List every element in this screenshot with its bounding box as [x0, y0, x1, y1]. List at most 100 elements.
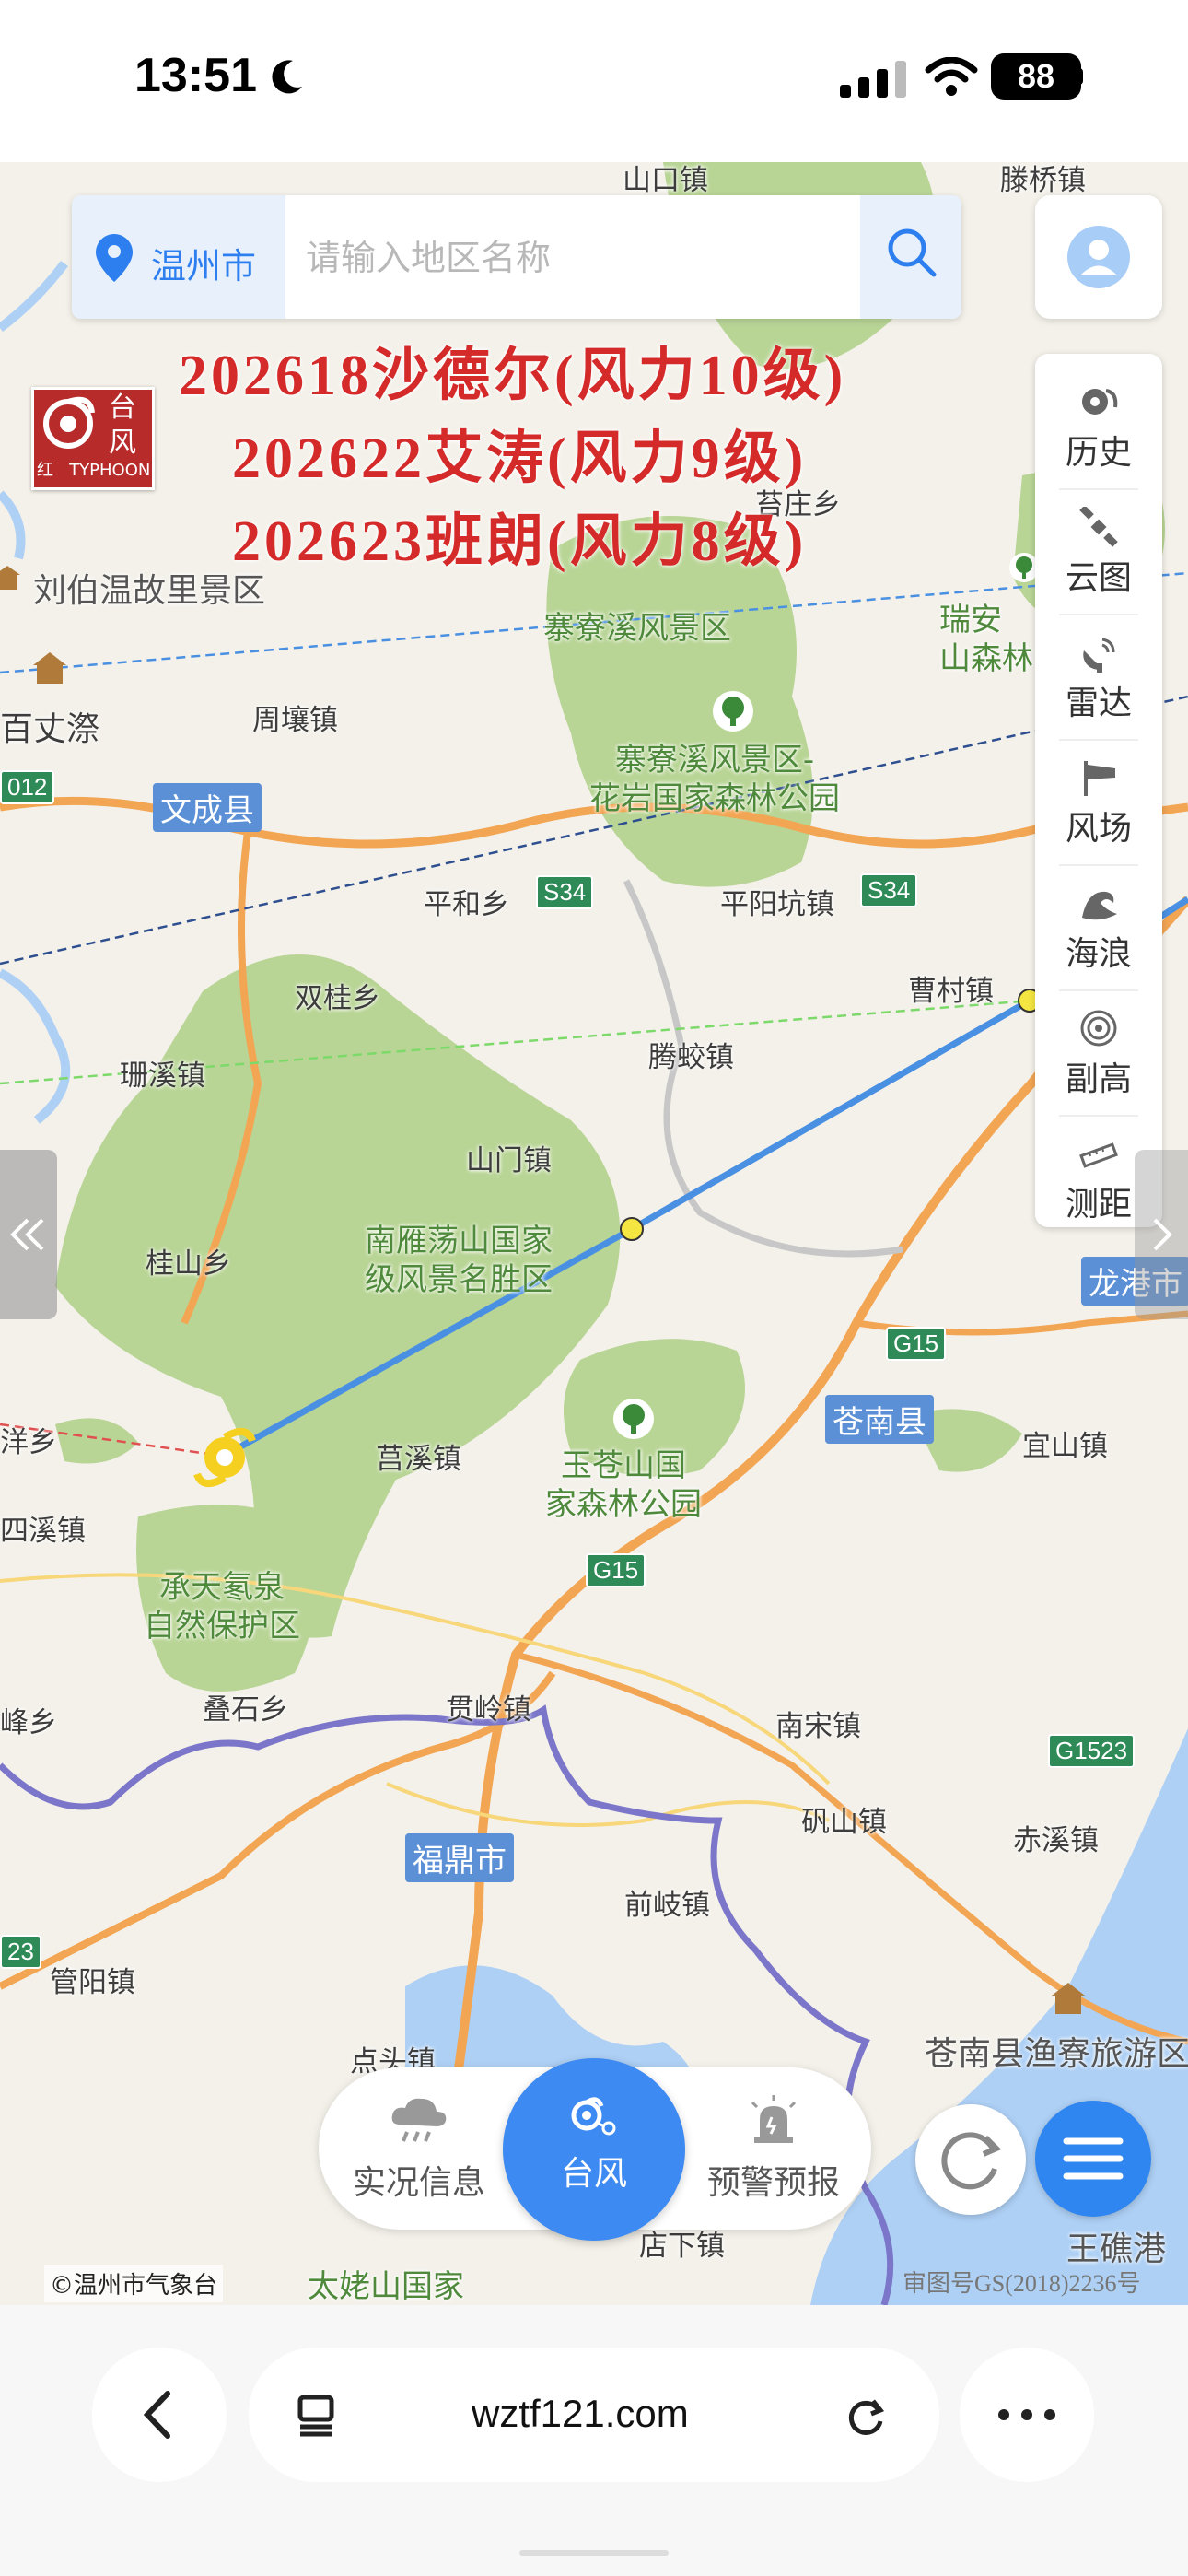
nav-warning-forecast[interactable]: 预警预报: [693, 2091, 855, 2204]
map-approval-number: 审图号GS(2018)2236号: [903, 2270, 1141, 2297]
region-search-input[interactable]: [304, 217, 823, 299]
tool-cloud-image[interactable]: 云图: [1035, 490, 1162, 615]
typhoon-icon: [571, 2097, 616, 2136]
tree-icon: [613, 1399, 654, 1439]
place-label: 桂山乡: [146, 1247, 231, 1281]
chevron-right-icon: [1153, 1218, 1172, 1251]
nav-label: 预警预报: [706, 2164, 840, 2202]
place-label: 贯岭镇: [446, 1693, 531, 1727]
wave-icon: [1082, 891, 1117, 920]
signal-label-text: 台风: [109, 392, 136, 459]
tool-label: 历史: [1065, 434, 1132, 472]
tool-label: 雷达: [1065, 685, 1132, 722]
place-label: 平和乡: [424, 888, 509, 921]
signal-label: 台风: [109, 391, 136, 461]
park-label: 玉苍山国 家森林公园: [545, 1447, 702, 1523]
wind-flag-icon: [1084, 761, 1115, 796]
county-label: 苍南县: [825, 1395, 934, 1444]
tool-history[interactable]: 历史: [1035, 365, 1162, 490]
alarm-siren-icon: [751, 2095, 797, 2143]
url-text: wztf121.com: [472, 2392, 689, 2435]
typhoon-entry: 202623班朗(风力8级): [232, 510, 808, 573]
refresh-icon: [941, 2132, 1002, 2190]
place-label: 山门镇: [466, 1144, 552, 1177]
place-label: 峰乡: [0, 1706, 57, 1739]
park-label: 太姥山国家: [308, 2268, 464, 2305]
park-small-2: [55, 1418, 138, 1464]
back-button[interactable]: [92, 2348, 227, 2482]
highway-shield: 012: [0, 770, 55, 804]
reader-icon: [297, 2395, 334, 2437]
place-label: 南宋镇: [775, 1710, 861, 1743]
user-avatar-icon: [1067, 226, 1130, 288]
place-label: 刘伯温故里景区: [33, 572, 266, 610]
search-icon: [888, 228, 937, 277]
place-label: 珊溪镇: [120, 1060, 205, 1093]
double-chevron-left-icon: [10, 1218, 44, 1251]
battery-tip: [1076, 68, 1083, 85]
landmark-icon: [33, 652, 66, 684]
menu-button[interactable]: [1035, 2101, 1151, 2217]
tree-icon: [713, 691, 753, 732]
place-label: 曹村镇: [908, 975, 994, 1008]
track-point: [620, 1217, 644, 1241]
tool-label: 海浪: [1065, 935, 1132, 973]
highway-shield: G15: [886, 1327, 947, 1361]
history-icon: [1082, 389, 1118, 415]
tool-subtropical-high[interactable]: 副高: [1035, 991, 1162, 1117]
place-label: 腾蛟镇: [648, 1041, 734, 1074]
pressure-icon: [1080, 1010, 1117, 1047]
home-indicator: [519, 2550, 669, 2556]
highway-shield: S34: [860, 873, 918, 907]
place-label: 洋乡: [0, 1426, 57, 1459]
nav-label: 实况信息: [352, 2164, 485, 2202]
tool-radar[interactable]: 雷达: [1035, 615, 1162, 741]
place-label: 矾山镇: [801, 1806, 887, 1839]
location-pin-icon: [96, 234, 133, 282]
park-label: 寨寮溪风景区- 花岩国家森林公园: [589, 742, 840, 817]
cellular-signal-icon: [840, 61, 906, 98]
place-label: 前岐镇: [624, 1889, 710, 1922]
tool-label: 云图: [1065, 559, 1132, 597]
pan-right-button[interactable]: [1135, 1150, 1188, 1319]
ruler-icon: [1079, 1142, 1118, 1168]
refresh-button[interactable]: [915, 2104, 1026, 2215]
tool-waves[interactable]: 海浪: [1035, 866, 1162, 991]
nav-label: 台风: [560, 2155, 627, 2193]
park-label: 寨寮溪风景区: [543, 610, 731, 647]
park-label: 苍南县渔寮旅游区: [925, 2035, 1188, 2073]
signal-sub-text: TYPHOON: [69, 461, 151, 480]
place-label: 周壤镇: [252, 704, 338, 737]
more-options-button[interactable]: [960, 2348, 1094, 2482]
place-label: 百丈漈: [0, 710, 100, 748]
typhoon-icon: [43, 396, 95, 449]
tool-wind-field[interactable]: 风场: [1035, 741, 1162, 866]
park-label: 南雁荡山国家 级风景名胜区: [365, 1223, 553, 1298]
highway-shield: S34: [536, 875, 594, 909]
pan-left-button[interactable]: [0, 1150, 57, 1319]
place-label: 莒溪镇: [376, 1443, 461, 1476]
county-label: 文成县: [153, 783, 262, 832]
moon-icon: [272, 60, 302, 94]
signal-level: 红: [37, 461, 53, 480]
wifi-icon: [925, 57, 978, 96]
place-label: 平阳坑镇: [720, 888, 834, 921]
reload-icon: [848, 2399, 885, 2435]
place-label: 管阳镇: [50, 1966, 135, 1999]
city-label[interactable]: 温州市: [151, 238, 256, 288]
status-time: 13:51: [134, 49, 257, 102]
radar-icon: [1083, 638, 1115, 673]
county-label: 福鼎市: [405, 1833, 514, 1882]
satellite-icon: [1079, 507, 1118, 547]
hamburger-menu-icon: [1063, 2137, 1124, 2180]
place-label: 滕桥镇: [1000, 164, 1086, 197]
highway-shield: G15: [586, 1553, 646, 1587]
place-label: 赤溪镇: [1013, 1824, 1099, 1857]
tool-label: 风场: [1065, 810, 1132, 848]
park-label: 承天氡泉 自然保护区: [144, 1569, 300, 1645]
nav-typhoon[interactable]: 台风: [503, 2058, 685, 2241]
signal-sub: 红 TYPHOON: [37, 457, 150, 481]
place-label: 双桂乡: [295, 982, 380, 1015]
nav-live-weather[interactable]: 实况信息: [341, 2091, 497, 2204]
typhoon-entry: 202622艾涛(风力9级): [232, 427, 808, 490]
